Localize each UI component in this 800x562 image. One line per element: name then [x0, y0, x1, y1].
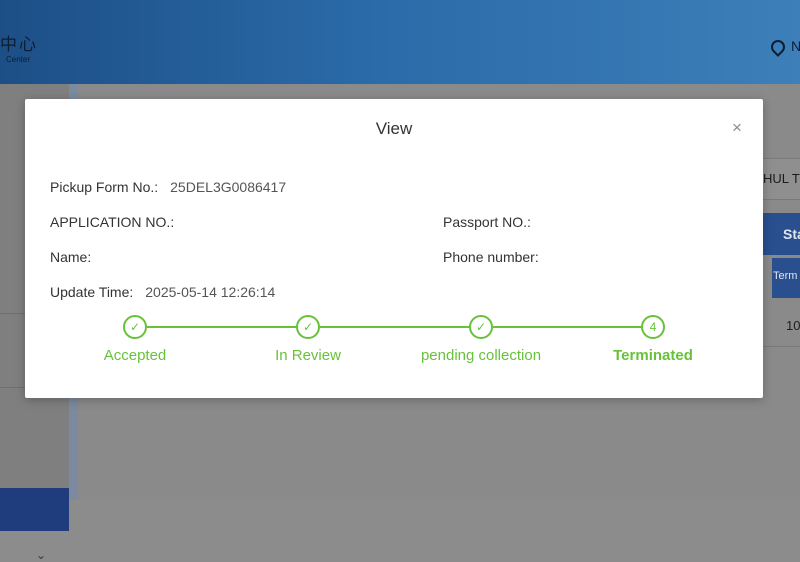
application-no-label: APPLICATION NO.: [50, 214, 175, 230]
logo-english: Center [6, 55, 31, 64]
search-input[interactable]: HUL T [762, 158, 800, 200]
phone-number-label: Phone number: [443, 249, 539, 265]
pickup-form-field: Pickup Form No.: 25DEL3G0086417 [50, 179, 286, 195]
update-time-label: Update Time: [50, 284, 134, 300]
name-label: Name: [50, 249, 92, 265]
passport-no-label: Passport NO.: [443, 214, 531, 230]
step-label-pending-collection: pending collection [420, 347, 542, 364]
table-row-divider [762, 346, 800, 347]
pickup-form-value: 25DEL3G0086417 [170, 179, 287, 195]
step-connector [493, 326, 642, 328]
update-time-value: 2025-05-14 12:26:14 [145, 284, 276, 300]
check-icon: ✓ [469, 315, 493, 339]
table-header-status: Sta [762, 213, 800, 255]
step-label-accepted: Accepted [103, 347, 167, 364]
pickup-form-label: Pickup Form No.: [50, 179, 159, 195]
sidebar-active-item[interactable] [0, 488, 69, 531]
check-icon: ✓ [296, 315, 320, 339]
dialog-title: View [375, 119, 413, 138]
step-connector [147, 326, 298, 328]
view-dialog: View × Pickup Form No.: 25DEL3G0086417 AP… [25, 99, 763, 398]
location-text: N [791, 38, 800, 54]
app-header: 中心 Center N [0, 0, 800, 84]
status-tag: Term [772, 258, 800, 298]
location-icon [768, 37, 788, 57]
table-cell: 10 [786, 318, 800, 333]
step-connector [320, 326, 471, 328]
step-number-icon: 4 [641, 315, 665, 339]
check-icon: ✓ [123, 315, 147, 339]
chevron-down-icon[interactable]: ⌄ [36, 548, 46, 562]
step-label-terminated: Terminated [613, 347, 693, 364]
logo-chinese: 中心 [0, 35, 38, 55]
progress-steps: ✓ ✓ ✓ 4 Accepted In Review pending colle… [25, 313, 763, 373]
step-label-in-review: In Review [275, 347, 341, 364]
close-icon[interactable]: × [729, 119, 745, 137]
update-time-field: Update Time: 2025-05-14 12:26:14 [50, 284, 275, 300]
